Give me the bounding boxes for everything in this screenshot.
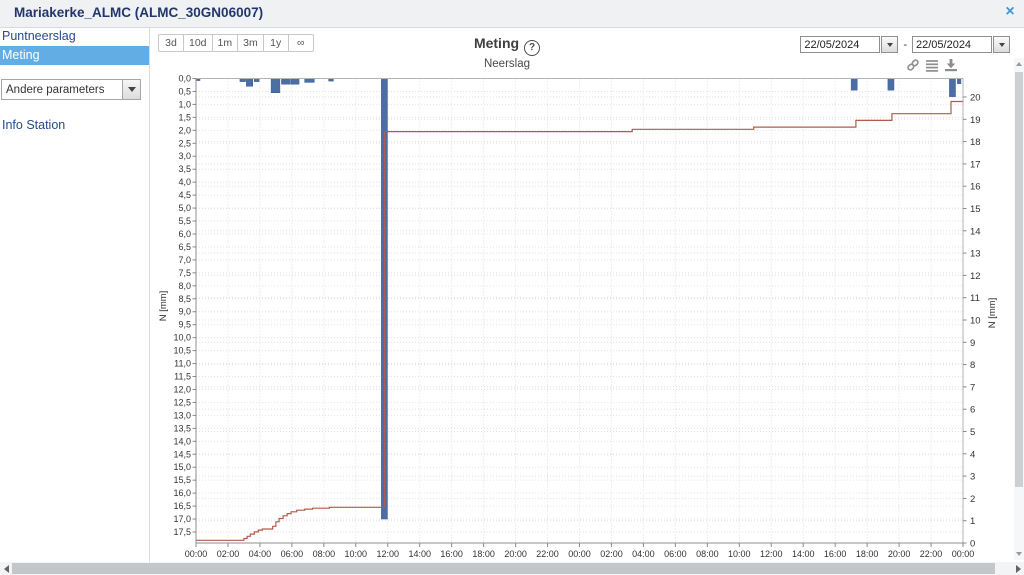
scroll-down-arrow[interactable] (1014, 548, 1024, 560)
close-icon[interactable]: × (1000, 2, 1020, 22)
sidebar-item-info-station[interactable]: Info Station (2, 118, 65, 132)
page-title: Mariakerke_ALMC (ALMC_30GN06007) (14, 5, 264, 20)
help-icon[interactable]: ? (524, 40, 541, 56)
date-to-input[interactable] (912, 36, 992, 53)
sidebar-item-puntneerslag[interactable]: Puntneerslag (0, 27, 149, 46)
link-icon[interactable] (906, 58, 920, 72)
chart-title: Meting (473, 35, 520, 51)
parameter-select-value: Andere parameters (6, 83, 105, 96)
window-header: Mariakerke_ALMC (ALMC_30GN06007) × (0, 0, 1024, 28)
chart-title-row: Meting? (150, 35, 864, 56)
date-separator: - (903, 38, 907, 51)
chart-subtitle: Neerslag (483, 58, 531, 70)
vertical-scrollbar[interactable] (1014, 58, 1024, 560)
plot-area[interactable] (196, 79, 963, 543)
date-from-dropdown-button[interactable] (881, 36, 899, 53)
download-icon[interactable] (944, 58, 958, 72)
sidebar: Puntneerslag Meting Andere parameters In… (0, 27, 150, 562)
date-range-picker: - (800, 36, 1010, 53)
scroll-up-arrow[interactable] (1014, 58, 1024, 70)
list-icon[interactable] (925, 58, 939, 72)
date-from-input[interactable] (800, 36, 881, 53)
vertical-scrollbar-thumb[interactable] (1015, 72, 1023, 487)
parameter-select[interactable]: Andere parameters (1, 79, 141, 100)
date-to-dropdown-button[interactable] (993, 36, 1010, 53)
scroll-left-arrow[interactable] (0, 562, 12, 575)
horizontal-scrollbar-thumb[interactable] (12, 563, 995, 574)
scroll-right-arrow[interactable] (1012, 562, 1024, 575)
chart-action-icons (906, 58, 958, 72)
chevron-down-icon[interactable] (122, 80, 140, 99)
sidebar-item-meting[interactable]: Meting (0, 46, 149, 65)
horizontal-scrollbar[interactable] (0, 562, 1024, 575)
